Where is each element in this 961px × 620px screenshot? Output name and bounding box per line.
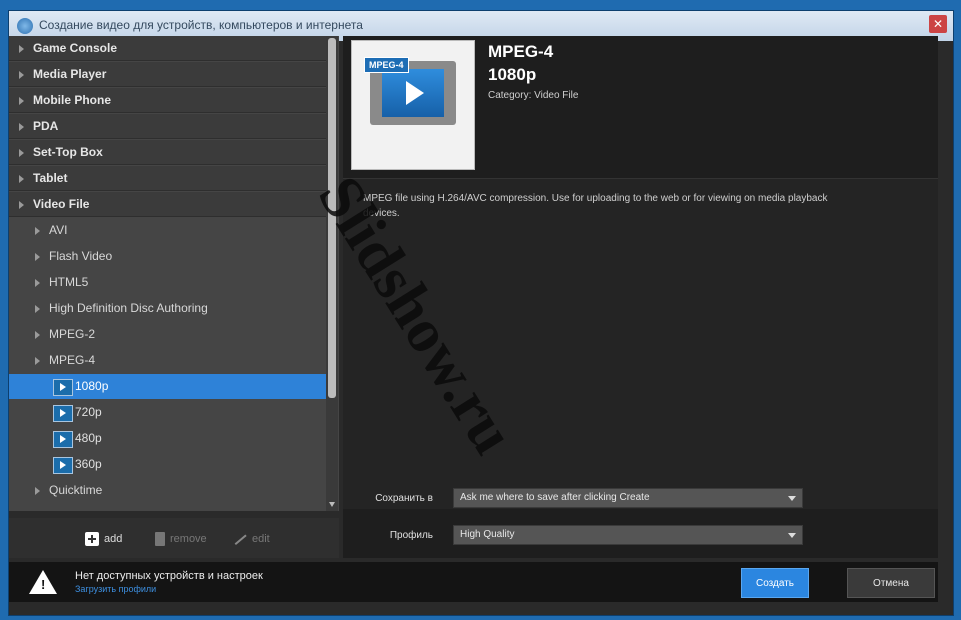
tree-category[interactable]: PDA: [9, 114, 327, 139]
chevron-right-icon[interactable]: [19, 201, 24, 209]
tree-category-label: Media Player: [33, 67, 107, 81]
profile-dropdown[interactable]: High Quality: [453, 525, 803, 545]
profile-label: Профиль: [389, 530, 433, 541]
remove-button[interactable]: remove: [155, 530, 207, 548]
chevron-right-icon[interactable]: [19, 45, 24, 53]
tree-scrollbar[interactable]: [326, 36, 338, 511]
video-preset-icon: [53, 431, 73, 448]
tree-preset-label: 1080p: [75, 379, 109, 393]
tree-category[interactable]: Game Console: [9, 36, 327, 61]
tree-preset-label: 360p: [75, 457, 102, 471]
preset-category: Category: Video File: [488, 90, 579, 101]
add-button[interactable]: add: [85, 530, 122, 548]
tree-preset[interactable]: 360p: [9, 452, 327, 477]
tree-toolbar: add remove edit: [9, 518, 339, 558]
chevron-right-icon[interactable]: [35, 305, 40, 313]
tree-format[interactable]: HTML5: [9, 270, 327, 295]
tree-preset[interactable]: 720p: [9, 400, 327, 425]
tree-category-label: Tablet: [33, 171, 68, 185]
pencil-icon: [233, 533, 247, 546]
preset-description: MPEG file using H.264/AVC compression. U…: [363, 193, 828, 219]
chevron-down-icon: [788, 496, 796, 501]
tree-category[interactable]: Set-Top Box: [9, 140, 327, 165]
tree-format[interactable]: AVI: [9, 218, 327, 243]
tree-category-label: PDA: [33, 119, 59, 133]
preset-details: MPEG-4 MPEG-4 1080p Category: Video File…: [343, 36, 938, 558]
tree-category[interactable]: Video File: [9, 192, 327, 217]
scroll-down-icon[interactable]: [329, 502, 335, 507]
create-button[interactable]: Создать: [741, 568, 809, 598]
preset-resolution: 1080p: [488, 65, 537, 84]
tree-format[interactable]: Quicktime: [9, 478, 327, 503]
chevron-right-icon[interactable]: [19, 149, 24, 157]
video-preset-icon: [53, 457, 73, 474]
footer-bar: ! Нет доступных устройств и настроек Заг…: [9, 562, 938, 602]
chevron-right-icon[interactable]: [19, 97, 24, 105]
tree-category-label: Video File: [33, 197, 90, 211]
tree-format-label: AVI: [49, 223, 68, 237]
tree-format-label: HTML5: [49, 275, 89, 289]
scrollbar-thumb[interactable]: [328, 38, 336, 398]
chevron-right-icon[interactable]: [19, 123, 24, 131]
app-icon: [17, 18, 33, 34]
description-area: MPEG file using H.264/AVC compression. U…: [343, 178, 938, 509]
save-to-label: Сохранить в: [375, 493, 433, 504]
tree-format[interactable]: MPEG-2: [9, 322, 327, 347]
chevron-right-icon[interactable]: [35, 253, 40, 261]
warning-icon: !: [29, 570, 57, 594]
tree-category[interactable]: Media Player: [9, 62, 327, 87]
tree-format-label: High Definition Disc Authoring: [49, 301, 208, 315]
tree-category-label: Game Console: [33, 41, 118, 55]
chevron-right-icon[interactable]: [35, 279, 40, 287]
tree-preset[interactable]: 480p: [9, 426, 327, 451]
edit-button[interactable]: edit: [233, 530, 270, 548]
tree-format-label: Quicktime: [49, 483, 103, 497]
warning-text: Нет доступных устройств и настроек: [75, 570, 263, 582]
preset-thumbnail: MPEG-4: [351, 40, 475, 170]
video-preset-icon: [53, 405, 73, 422]
tree-preset-label: 480p: [75, 431, 102, 445]
preset-format: MPEG-4: [488, 42, 554, 61]
save-to-dropdown[interactable]: Ask me where to save after clicking Crea…: [453, 488, 803, 508]
tree-format-label: MPEG-4: [49, 353, 96, 367]
close-icon[interactable]: ✕: [929, 15, 947, 33]
add-label: add: [104, 533, 123, 545]
thumbnail-tag: MPEG-4: [364, 57, 409, 73]
window-title: Создание видео для устройств, компьютеро…: [39, 18, 363, 32]
plus-icon: [85, 532, 99, 547]
tree-format-label: MPEG-2: [49, 327, 96, 341]
tree-format-label: Flash Video: [49, 249, 113, 263]
cancel-button[interactable]: Отмена: [847, 568, 935, 598]
tree-category[interactable]: Tablet: [9, 166, 327, 191]
tree-category-label: Mobile Phone: [33, 93, 111, 107]
save-to-value: Ask me where to save after clicking Crea…: [460, 492, 650, 503]
profile-value: High Quality: [460, 529, 515, 540]
video-preset-icon: [53, 379, 73, 396]
tree-format[interactable]: MPEG-4: [9, 348, 327, 373]
remove-label: remove: [170, 533, 207, 545]
tree-format[interactable]: Flash Video: [9, 244, 327, 269]
chevron-right-icon[interactable]: [35, 357, 40, 365]
tree-preset-label: 720p: [75, 405, 102, 419]
tree-format[interactable]: High Definition Disc Authoring: [9, 296, 327, 321]
edit-label: edit: [252, 533, 270, 545]
chevron-right-icon[interactable]: [35, 227, 40, 235]
chevron-right-icon[interactable]: [19, 71, 24, 79]
preset-tree: Game Console Media Player Mobile Phone PDA S…: [9, 36, 339, 511]
chevron-right-icon[interactable]: [19, 175, 24, 183]
tree-preset[interactable]: 1080p: [9, 374, 327, 399]
load-profiles-link[interactable]: Загрузить профили: [75, 584, 156, 594]
tree-category-label: Set-Top Box: [33, 145, 103, 159]
chevron-right-icon[interactable]: [35, 487, 40, 495]
tree-category[interactable]: Mobile Phone: [9, 88, 327, 113]
chevron-down-icon: [788, 533, 796, 538]
chevron-right-icon[interactable]: [35, 331, 40, 339]
trash-icon: [155, 532, 165, 547]
play-icon: [406, 81, 424, 105]
